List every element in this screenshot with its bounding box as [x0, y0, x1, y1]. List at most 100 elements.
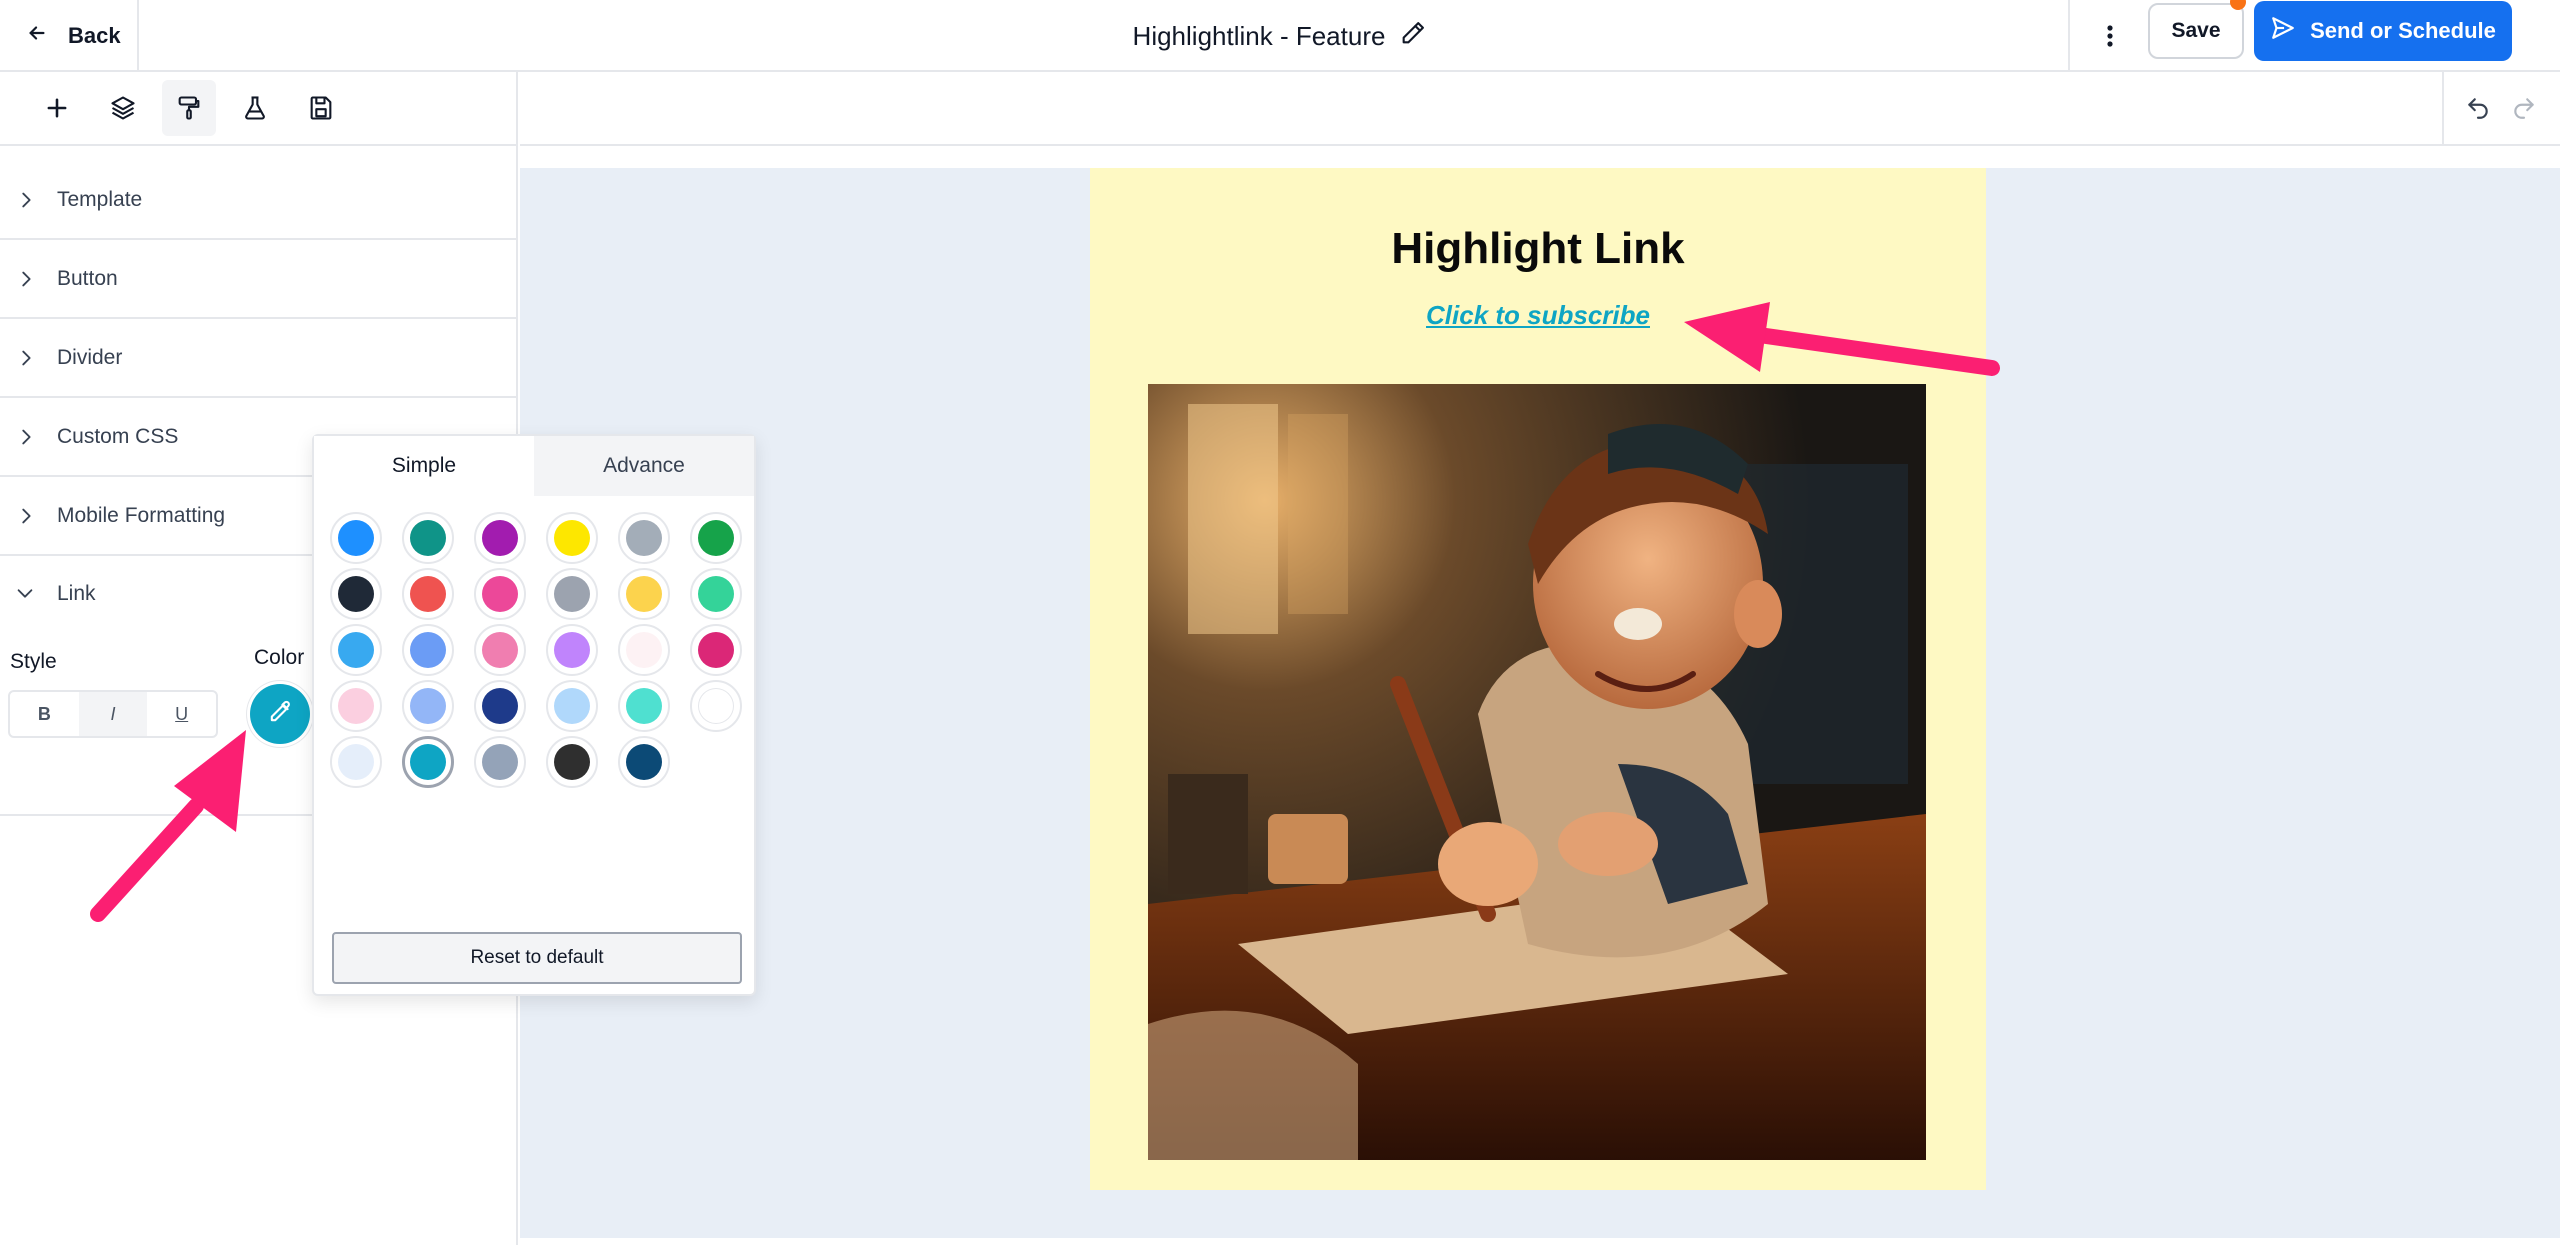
layers-icon[interactable]	[96, 80, 150, 136]
divider	[137, 0, 139, 72]
swatch-color	[338, 744, 374, 780]
swatch-color	[410, 576, 446, 612]
section-label: Custom CSS	[57, 425, 179, 448]
color-swatch[interactable]	[618, 624, 670, 676]
color-swatch[interactable]	[330, 736, 382, 788]
section-divider[interactable]: Divider	[0, 320, 518, 398]
send-label: Send or Schedule	[2310, 18, 2496, 43]
swatch-color	[554, 744, 590, 780]
color-swatch[interactable]	[402, 680, 454, 732]
swatch-color	[554, 688, 590, 724]
notification-dot	[2230, 0, 2246, 10]
color-swatch[interactable]	[618, 736, 670, 788]
add-icon[interactable]	[30, 80, 84, 136]
color-swatch[interactable]	[330, 680, 382, 732]
chevron-right-icon	[14, 346, 38, 370]
chevron-right-icon	[14, 188, 38, 212]
color-swatch[interactable]	[618, 568, 670, 620]
send-or-schedule-button[interactable]: Send or Schedule	[2254, 1, 2512, 61]
swatch-color	[410, 520, 446, 556]
back-button[interactable]: Back	[26, 14, 121, 58]
color-swatch[interactable]	[330, 512, 382, 564]
color-swatch[interactable]	[402, 624, 454, 676]
swatch-color	[338, 632, 374, 668]
arrow-left-icon	[26, 22, 48, 50]
underline-button[interactable]: U	[147, 692, 216, 736]
eyedropper-icon	[266, 698, 294, 731]
swatch-color	[482, 688, 518, 724]
email-heading[interactable]: Highlight Link	[1090, 224, 1986, 274]
divider	[2068, 0, 2070, 72]
more-options-icon[interactable]	[2096, 14, 2124, 58]
flask-icon[interactable]	[228, 80, 282, 136]
color-swatch[interactable]	[546, 624, 598, 676]
swatch-color	[554, 520, 590, 556]
link-color-button[interactable]	[250, 684, 310, 744]
color-swatch[interactable]	[474, 736, 526, 788]
redo-icon[interactable]	[2506, 90, 2542, 126]
email-image[interactable]	[1148, 384, 1926, 1160]
color-swatch[interactable]	[330, 568, 382, 620]
color-swatch[interactable]	[690, 568, 742, 620]
tab-simple[interactable]: Simple	[314, 436, 534, 496]
color-swatch[interactable]	[330, 624, 382, 676]
pencil-icon[interactable]	[1399, 19, 1427, 54]
swatch-color	[626, 576, 662, 612]
save-button[interactable]: Save	[2148, 3, 2244, 59]
swatch-color	[338, 520, 374, 556]
swatch-color	[410, 744, 446, 780]
color-swatch[interactable]	[546, 512, 598, 564]
color-swatch[interactable]	[546, 680, 598, 732]
divider	[2442, 72, 2444, 146]
color-swatch[interactable]	[690, 624, 742, 676]
color-swatch[interactable]	[690, 512, 742, 564]
swatch-color	[482, 520, 518, 556]
chevron-right-icon	[14, 425, 38, 449]
reset-to-default-button[interactable]: Reset to default	[332, 932, 742, 984]
swatch-color	[410, 632, 446, 668]
swatch-color	[698, 688, 734, 724]
top-bar: Back Highlightlink - Feature Save Send o…	[0, 0, 2560, 72]
undo-icon[interactable]	[2460, 90, 2496, 126]
send-icon	[2270, 15, 2296, 47]
swatch-color	[482, 632, 518, 668]
section-button[interactable]: Button	[0, 241, 518, 319]
color-picker-popover: Simple Advance Reset to default	[312, 434, 756, 996]
swatch-color	[410, 688, 446, 724]
subscribe-link[interactable]: Click to subscribe	[1090, 300, 1986, 331]
color-swatch[interactable]	[690, 680, 742, 732]
back-label: Back	[68, 23, 121, 48]
swatch-color	[698, 576, 734, 612]
color-label: Color	[254, 646, 305, 669]
style-label: Style	[10, 650, 57, 673]
color-swatch[interactable]	[474, 680, 526, 732]
color-swatch[interactable]	[546, 736, 598, 788]
color-swatch[interactable]	[618, 680, 670, 732]
email-body[interactable]: Highlight Link Click to subscribe	[1090, 168, 1986, 1190]
swatch-color	[482, 744, 518, 780]
color-swatch[interactable]	[402, 568, 454, 620]
swatch-color	[626, 632, 662, 668]
save-template-icon[interactable]	[294, 80, 348, 136]
swatch-color	[554, 576, 590, 612]
color-swatch[interactable]	[474, 568, 526, 620]
color-swatch[interactable]	[474, 512, 526, 564]
color-swatch[interactable]	[618, 512, 670, 564]
email-canvas: Highlight Link Click to subscribe	[520, 168, 2560, 1238]
paint-roller-icon[interactable]	[162, 80, 216, 136]
color-swatch[interactable]	[474, 624, 526, 676]
bold-button[interactable]: B	[10, 692, 79, 736]
swatch-color	[554, 632, 590, 668]
chevron-down-icon	[14, 582, 38, 606]
color-swatch[interactable]	[402, 736, 454, 788]
color-swatch[interactable]	[546, 568, 598, 620]
tab-advance[interactable]: Advance	[534, 436, 754, 496]
swatch-color	[698, 520, 734, 556]
campaign-title[interactable]: Highlightlink - Feature	[1000, 14, 1560, 58]
panel-toolbar	[0, 72, 518, 146]
section-label: Divider	[57, 346, 123, 369]
section-label: Mobile Formatting	[57, 504, 226, 527]
color-swatch[interactable]	[402, 512, 454, 564]
italic-button[interactable]: I	[78, 692, 148, 736]
section-template[interactable]: Template	[0, 162, 518, 240]
